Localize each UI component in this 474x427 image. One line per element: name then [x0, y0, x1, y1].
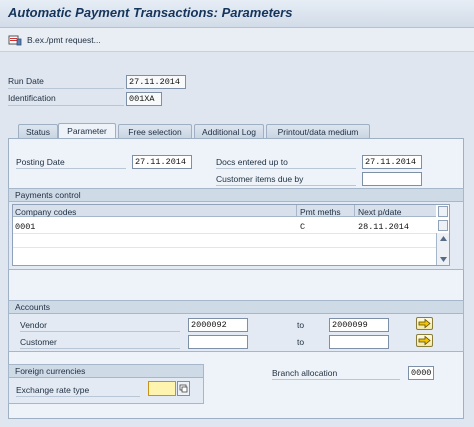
- scroll-up-icon: [440, 236, 447, 241]
- accounts-title: Accounts: [9, 301, 463, 314]
- column-next-pdate[interactable]: Next p/date: [358, 207, 401, 217]
- row-divider: [13, 247, 436, 248]
- run-date-field[interactable]: 27.11.2014: [126, 75, 186, 89]
- column-divider: [296, 205, 297, 217]
- exchange-rate-search-help-button[interactable]: [177, 381, 190, 396]
- identification-label: Identification: [8, 93, 124, 106]
- print-request-icon[interactable]: [8, 34, 22, 46]
- arrow-right-icon: [418, 318, 431, 329]
- value-help-icon: [179, 384, 188, 393]
- vendor-to-label: to: [297, 320, 305, 330]
- tab-printout-data-medium[interactable]: Printout/data medium: [266, 124, 370, 139]
- scroll-down-icon: [440, 257, 447, 262]
- customer-label: Customer: [20, 337, 180, 349]
- exchange-rate-type-field[interactable]: [148, 381, 176, 396]
- run-date-label: Run Date: [8, 76, 124, 89]
- foreign-currencies-title: Foreign currencies: [9, 365, 203, 378]
- row-next-pdate[interactable]: 28.11.2014: [358, 222, 409, 232]
- row-company-code[interactable]: 0001: [15, 222, 35, 232]
- posting-date-label: Posting Date: [16, 157, 126, 169]
- vendor-from-field[interactable]: 2000092: [188, 318, 248, 332]
- tab-status[interactable]: Status: [18, 124, 58, 139]
- window-title: Automatic Payment Transactions: Paramete…: [8, 5, 293, 20]
- bex-pmt-request-button[interactable]: B.ex./pmt request...: [27, 35, 101, 45]
- customer-multiple-selection-button[interactable]: [416, 334, 433, 347]
- column-divider: [354, 205, 355, 217]
- vendor-label: Vendor: [20, 320, 180, 332]
- payments-control-title: Payments control: [9, 189, 463, 202]
- column-company-codes[interactable]: Company codes: [15, 207, 76, 217]
- row-pmt-meth[interactable]: C: [300, 222, 305, 232]
- column-settings-button[interactable]: [438, 206, 448, 217]
- branch-allocation-label: Branch allocation: [272, 368, 400, 380]
- branch-allocation-field[interactable]: 0000: [408, 366, 434, 380]
- customer-from-field[interactable]: [188, 335, 248, 349]
- arrow-right-icon: [418, 335, 431, 346]
- row-divider: [13, 233, 436, 234]
- table-scrollbar[interactable]: [436, 233, 449, 265]
- tab-additional-log[interactable]: Additional Log: [194, 124, 264, 139]
- customer-items-label: Customer items due by: [216, 174, 356, 186]
- docs-entered-field[interactable]: 27.11.2014: [362, 155, 422, 169]
- customer-items-field[interactable]: [362, 172, 422, 186]
- vendor-to-field[interactable]: 2000099: [329, 318, 389, 332]
- column-pmt-meths[interactable]: Pmt meths: [300, 207, 341, 217]
- identification-field[interactable]: 001XA: [126, 92, 162, 106]
- exchange-rate-type-label: Exchange rate type: [16, 385, 140, 397]
- posting-date-field[interactable]: 27.11.2014: [132, 155, 192, 169]
- row-select-button[interactable]: [438, 220, 448, 231]
- customer-to-label: to: [297, 337, 305, 347]
- customer-to-field[interactable]: [329, 335, 389, 349]
- docs-entered-label: Docs entered up to: [216, 157, 356, 169]
- vendor-multiple-selection-button[interactable]: [416, 317, 433, 330]
- tab-free-selection[interactable]: Free selection: [118, 124, 192, 139]
